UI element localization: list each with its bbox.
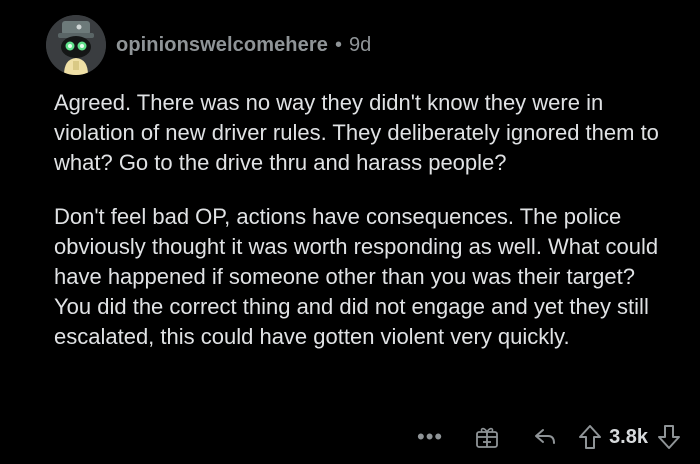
reply-arrow-icon [535, 429, 556, 444]
downvote-button[interactable] [654, 420, 684, 454]
comment-paragraph: Don't feel bad OP, actions have conseque… [54, 204, 659, 349]
comment: opinionswelcomehere • 9d Agreed. There w… [0, 0, 700, 464]
downvote-arrow-icon [658, 425, 680, 449]
gift-award-icon [476, 427, 498, 448]
comment-header: opinionswelcomehere • 9d [46, 10, 371, 80]
user-avatar[interactable] [46, 15, 106, 75]
comment-actions: ••• 3.8k [360, 420, 684, 454]
upvote-arrow-icon [579, 425, 602, 449]
author-username[interactable]: opinionswelcomehere [116, 34, 328, 57]
reply-button[interactable] [529, 420, 561, 454]
vote-score: 3.8k [609, 425, 648, 448]
award-button[interactable] [471, 420, 503, 454]
comment-body: Agreed. There was no way they didn't kno… [54, 88, 674, 376]
meta-separator: • [334, 33, 342, 56]
snoo-avatar-icon [46, 15, 106, 75]
comment-age: 9d [348, 33, 372, 56]
comment-paragraph: Agreed. There was no way they didn't kno… [54, 90, 659, 175]
upvote-button[interactable] [575, 420, 605, 454]
more-options-button[interactable]: ••• [415, 420, 445, 454]
